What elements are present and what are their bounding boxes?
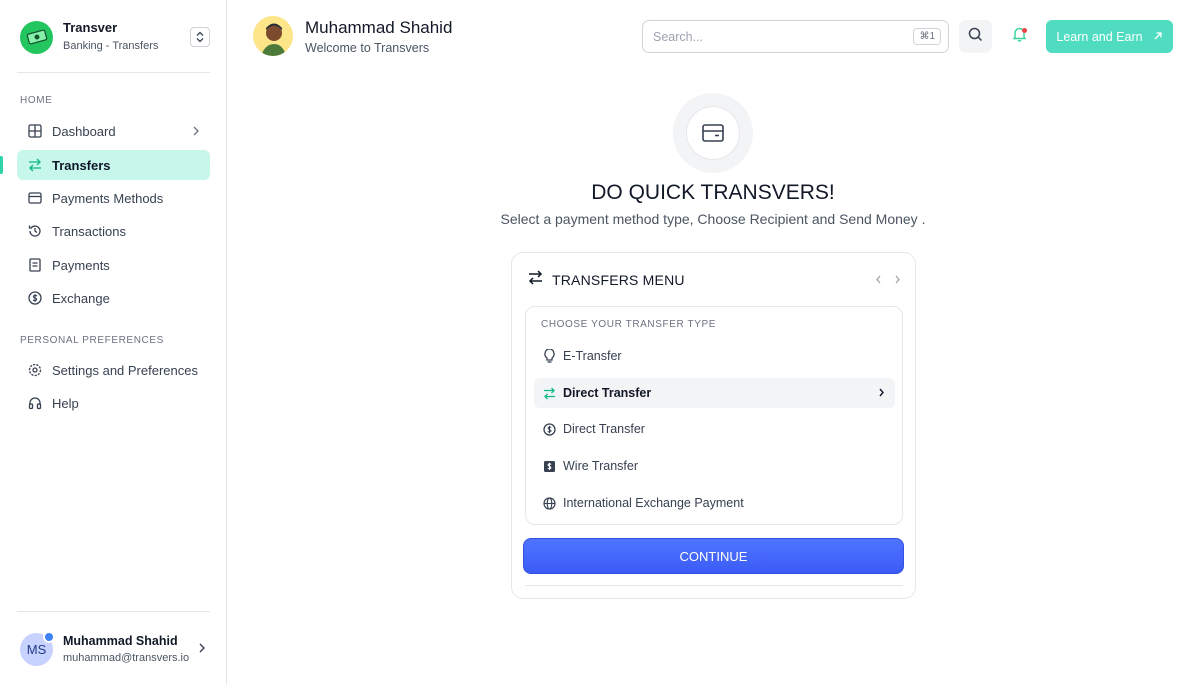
chevron-right-icon (192, 124, 200, 139)
user-email: muhammad@transvers.io (63, 652, 190, 664)
option-e-transfer[interactable]: E-Transfer (534, 341, 895, 371)
active-indicator (0, 156, 3, 174)
lightbulb-icon (542, 349, 556, 363)
user-name: Muhammad Shahid (63, 634, 178, 648)
option-direct-transfer[interactable]: Direct Transfer (534, 378, 895, 408)
dollar-circle-icon (542, 422, 556, 436)
sidebar: Transver Banking - Transfers HOME Dashbo… (0, 0, 227, 685)
card-title: TRANSFERS MENU (552, 272, 685, 288)
sidebar-item-transactions[interactable]: Transactions (17, 216, 210, 246)
header-user-name: Muhammad Shahid (305, 18, 453, 37)
headphones-icon (27, 395, 43, 411)
transfer-type-list: CHOOSE YOUR TRANSFER TYPE E-Transfer Dir… (525, 306, 903, 525)
search-button[interactable] (959, 20, 992, 53)
sidebar-item-label: Transfers (52, 157, 111, 173)
arrows-swap-icon (27, 157, 43, 173)
chevron-right-icon (198, 640, 206, 658)
receipt-icon (27, 257, 43, 273)
page-title: DO QUICK TRANSVERS! (591, 181, 835, 204)
option-label: International Exchange Payment (563, 496, 744, 510)
learn-and-earn-button[interactable]: Learn and Earn (1046, 20, 1173, 53)
sidebar-item-dashboard[interactable]: Dashboard (17, 116, 210, 146)
brand-switcher[interactable]: Transver Banking - Transfers (20, 20, 210, 54)
page-subtitle: Select a payment method type, Choose Rec… (500, 211, 926, 227)
search-bar[interactable]: ⌘1 (642, 20, 949, 53)
continue-button[interactable]: CONTINUE (523, 538, 904, 574)
chevrons-up-down-icon[interactable] (190, 27, 210, 47)
sidebar-item-label: Dashboard (52, 123, 116, 139)
option-label: Direct Transfer (563, 386, 652, 400)
option-label: E-Transfer (563, 349, 622, 363)
sidebar-item-settings[interactable]: Settings and Preferences (17, 355, 210, 385)
dollar-circle-icon (27, 290, 43, 306)
notification-dot (1022, 28, 1027, 33)
verified-badge-icon (43, 630, 55, 643)
divider (525, 585, 903, 586)
sidebar-item-label: Settings and Preferences (52, 362, 198, 378)
sidebar-item-exchange[interactable]: Exchange (17, 283, 210, 313)
notifications-button[interactable] (1003, 20, 1036, 53)
avatar-initials: MS (26, 641, 47, 657)
money-logo-icon (20, 20, 53, 54)
user-profile-card[interactable]: MS Muhammad Shahid muhammad@transvers.io (17, 628, 210, 670)
option-wire-transfer[interactable]: Wire Transfer (534, 451, 895, 481)
arrows-swap-icon (528, 270, 543, 290)
search-icon (968, 27, 983, 47)
option-label: Direct Transfer (563, 422, 645, 436)
sidebar-item-label: Payments (52, 257, 110, 273)
card-icon (27, 190, 43, 206)
divider (17, 611, 210, 612)
history-icon (27, 223, 43, 239)
brand-name: Transver (63, 20, 118, 35)
transfer-type-label: CHOOSE YOUR TRANSFER TYPE (541, 319, 717, 330)
transfers-menu-card: TRANSFERS MENU CHOOSE YOUR TRANSFER TYPE… (511, 252, 916, 599)
chevron-left-icon[interactable] (875, 273, 882, 287)
option-direct-transfer-dollar[interactable]: Direct Transfer (534, 414, 895, 444)
gear-icon (27, 362, 43, 378)
divider (17, 72, 210, 73)
chevron-right-icon[interactable] (894, 273, 901, 287)
learn-and-earn-label: Learn and Earn (1056, 29, 1143, 44)
brand-subtitle: Banking - Transfers (63, 40, 159, 52)
section-label-preferences: PERSONAL PREFERENCES (20, 335, 164, 346)
grid-icon (27, 123, 43, 139)
sidebar-item-label: Help (52, 395, 79, 411)
dollar-square-icon (542, 459, 556, 473)
sidebar-item-help[interactable]: Help (17, 388, 210, 418)
sidebar-item-label: Payments Methods (52, 190, 164, 206)
header-avatar[interactable] (253, 16, 293, 56)
chevron-right-icon (878, 386, 885, 400)
sidebar-item-payments[interactable]: Payments (17, 250, 210, 280)
card-header: TRANSFERS MENU (528, 269, 901, 291)
arrow-up-right-icon (1153, 30, 1163, 44)
arrows-swap-icon (542, 386, 556, 400)
sidebar-item-payments-methods[interactable]: Payments Methods (17, 183, 210, 213)
section-label-home: HOME (20, 95, 53, 106)
sidebar-item-label: Exchange (52, 290, 110, 306)
avatar: MS (20, 630, 55, 666)
globe-icon (542, 496, 556, 510)
search-input[interactable] (653, 29, 914, 44)
option-international-exchange[interactable]: International Exchange Payment (534, 488, 895, 518)
header-welcome-text: Welcome to Transvers (305, 41, 430, 55)
sidebar-item-transfers[interactable]: Transfers (17, 150, 210, 180)
option-label: Wire Transfer (563, 459, 639, 473)
wallet-icon (686, 106, 740, 160)
sidebar-item-label: Transactions (52, 223, 126, 239)
search-shortcut: ⌘1 (913, 28, 941, 45)
